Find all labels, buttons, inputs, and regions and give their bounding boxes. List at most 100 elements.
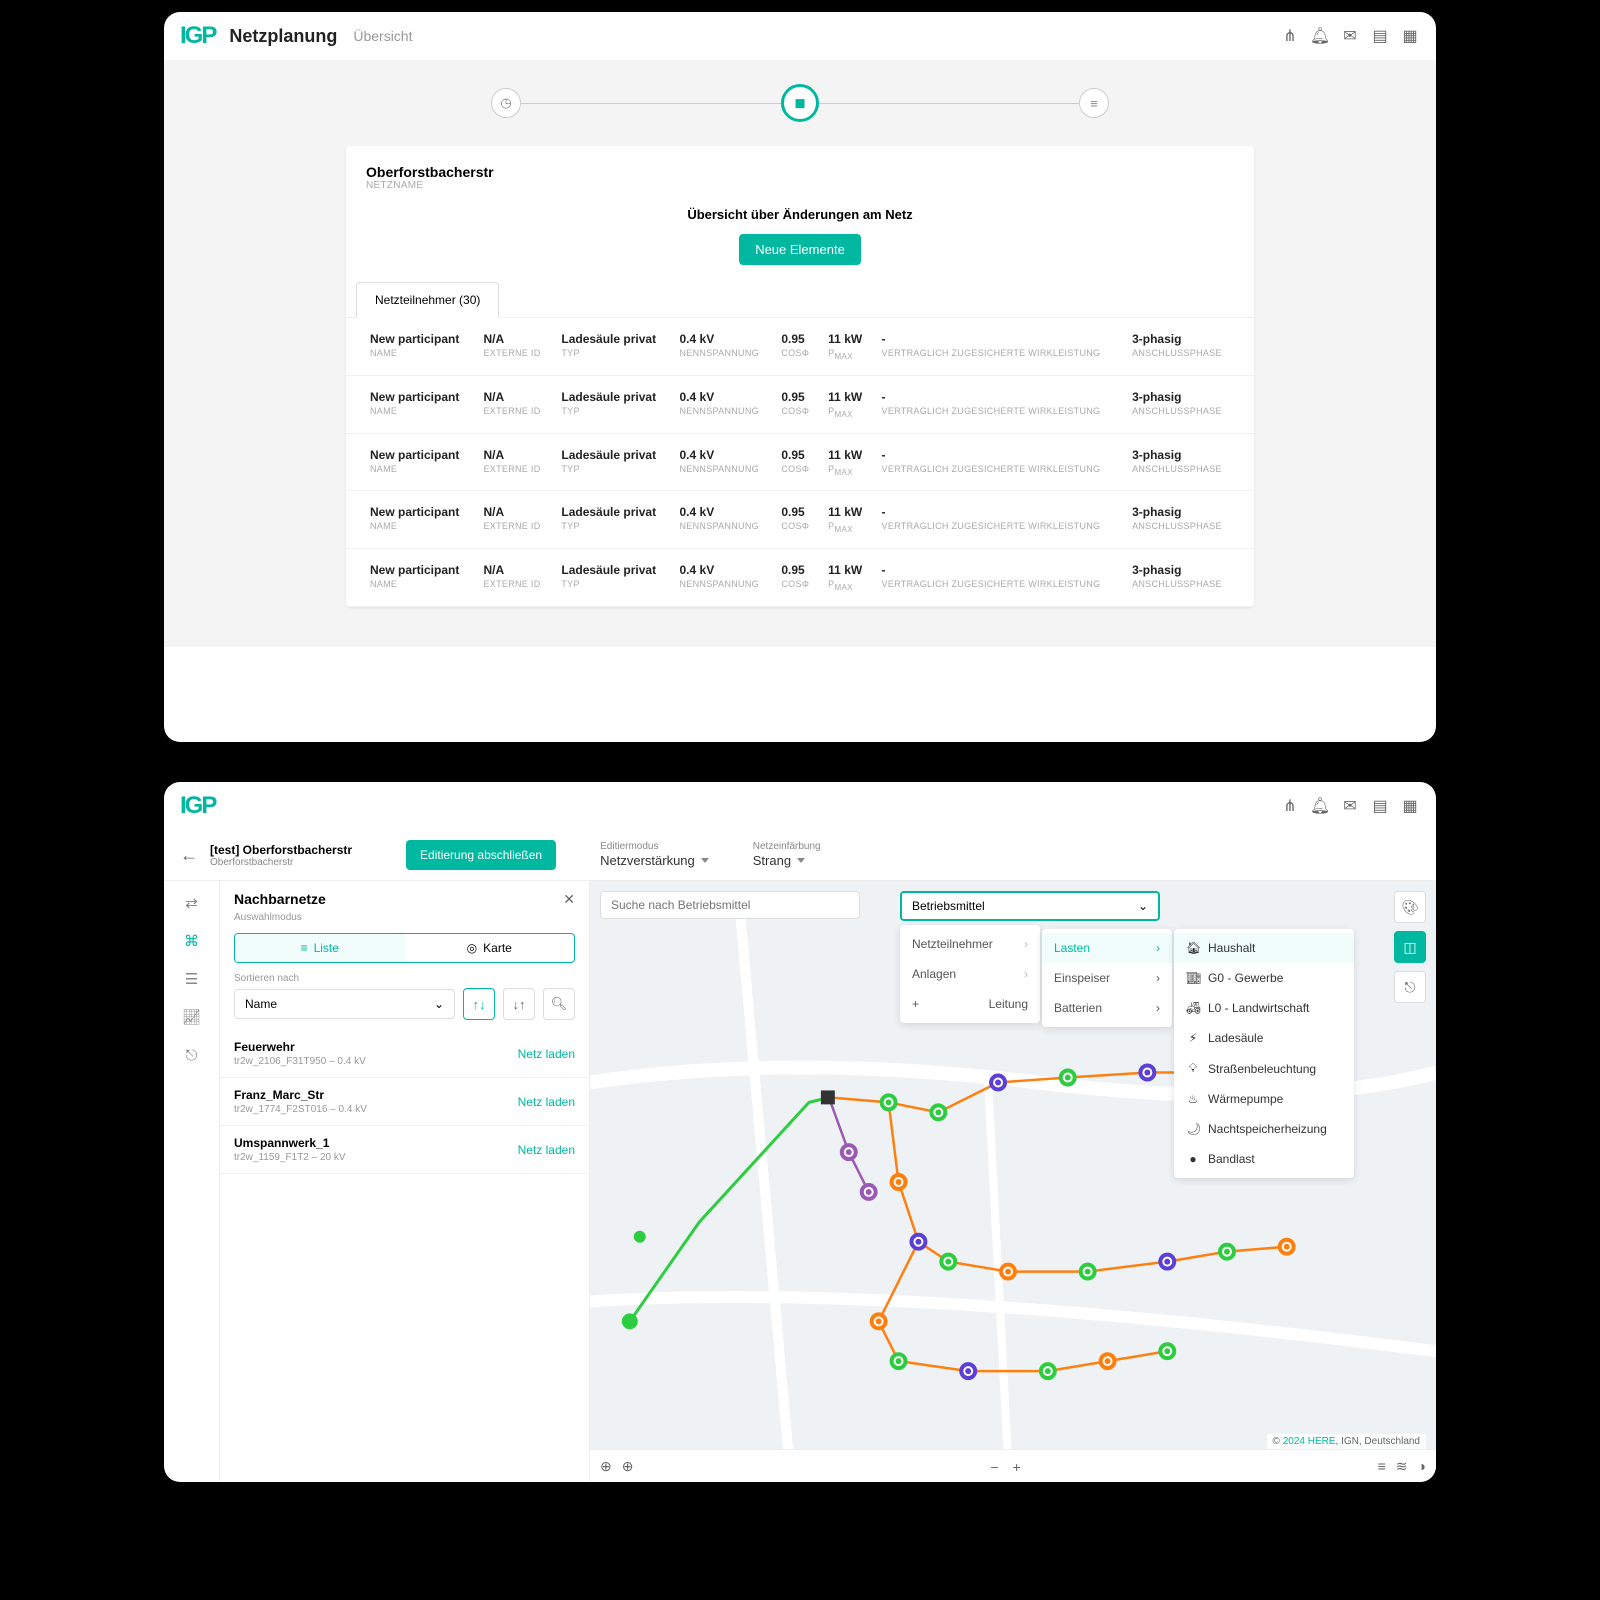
here-link[interactable]: 2024 HERE	[1283, 1436, 1336, 1447]
seg-list[interactable]: ≡Liste	[235, 934, 405, 962]
menu-item[interactable]: Anlagen›	[900, 959, 1040, 989]
menu-item[interactable]: 🌙︎Nachtspeicherheizung	[1174, 1114, 1354, 1144]
menu-level-3: 🏠︎Haushalt🏬︎G0 - Gewerbe🚜︎L0 - Landwirts…	[1174, 929, 1354, 1178]
context-subtitle: Oberforstbacherstr	[210, 857, 352, 868]
menu-item[interactable]: 🚜︎L0 - Landwirtschaft	[1174, 993, 1354, 1023]
table-row[interactable]: New participantNAMEN/AEXTERNE IDLadesäul…	[346, 433, 1254, 491]
context-toolbar: ← [test] Oberforstbacherstr Oberforstbac…	[164, 830, 1436, 881]
sort-label: Sortieren nach	[234, 973, 575, 984]
list-icon: ≡	[301, 941, 308, 955]
neighbor-list: Feuerwehrtr2w_2106_F31T950 – 0.4 kVNetz …	[220, 1030, 589, 1174]
sort-select[interactable]: Name⌄	[234, 989, 455, 1019]
map-footer: ⊕ ⊕ − + ≡ ≋ ◑	[590, 1449, 1436, 1482]
nav-swap-icon[interactable]: ⇄	[180, 891, 204, 915]
list-item: Feuerwehrtr2w_2106_F31T950 – 0.4 kVNetz …	[220, 1030, 589, 1078]
mail-icon[interactable]: ✉	[1340, 26, 1360, 46]
link-icon[interactable]: ⋔	[1280, 26, 1300, 46]
list-item: Umspannwerk_1tr2w_1159_F1T2 – 20 kVNetz …	[220, 1126, 589, 1174]
globe-icon[interactable]: ⊕	[600, 1458, 612, 1475]
breadcrumb[interactable]: Übersicht	[353, 28, 412, 44]
load-net-link[interactable]: Netz laden	[518, 1088, 575, 1115]
nav-settings-icon[interactable]: ☰	[180, 967, 204, 991]
layers-button[interactable]: ◫	[1394, 931, 1426, 963]
menu-level-2: Lasten›Einspeiser›Batterien›	[1042, 929, 1172, 1027]
map-attribution: © 2024 HERE, IGN, Deutschland	[1267, 1434, 1426, 1449]
menu-item[interactable]: 💡︎Straßenbeleuchtung	[1174, 1053, 1354, 1084]
doc-icon[interactable]: ▤	[1370, 796, 1390, 816]
table-row[interactable]: New participantNAMEN/AEXTERNE IDLadesäul…	[346, 549, 1254, 607]
list-toggle-icon[interactable]: ≡	[1378, 1458, 1386, 1475]
map-tool-buttons: 🎨︎ ◫ ⎋	[1394, 891, 1426, 1003]
menu-item[interactable]: ⚡︎Ladesäule	[1174, 1023, 1354, 1053]
close-panel-button[interactable]: ✕	[563, 891, 575, 908]
menu-item[interactable]: ●Bandlast	[1174, 1144, 1354, 1174]
menu-level-1: Netzteilnehmer›Anlagen›+ Leitung	[900, 925, 1040, 1023]
sort-desc-button[interactable]: ↓↑	[503, 988, 535, 1020]
sort-asc-button[interactable]: ↑↓	[463, 988, 495, 1020]
topbar: IGP ⋔ 🔔︎ ✉ ▤ ▦	[164, 782, 1436, 830]
segmented-control: ≡Liste ◎Karte	[234, 933, 575, 963]
changes-title: Übersicht über Änderungen am Netz	[346, 207, 1254, 222]
window-map-editor: IGP ⋔ 🔔︎ ✉ ▤ ▦ ← [test] Oberforstbachers…	[164, 782, 1436, 1482]
map-search-input[interactable]	[600, 891, 860, 919]
panel-title: Nachbarnetze	[234, 891, 326, 908]
hierarchy-button[interactable]: ⎋	[1394, 971, 1426, 1003]
table-row[interactable]: New participantNAMEN/AEXTERNE IDLadesäul…	[346, 318, 1254, 375]
menu-item[interactable]: Batterien›	[1042, 993, 1172, 1023]
tab-participants[interactable]: Netzteilnehmer (30)	[356, 282, 499, 318]
seg-map[interactable]: ◎Karte	[405, 934, 575, 962]
layers-icon[interactable]: ≋	[1396, 1458, 1408, 1475]
menu-item[interactable]: 🏠︎Haushalt	[1174, 933, 1354, 963]
table-row[interactable]: New participantNAMEN/AEXTERNE IDLadesäul…	[346, 491, 1254, 549]
zoom-in-button[interactable]: +	[1007, 1459, 1027, 1475]
finish-editing-button[interactable]: Editierung abschließen	[406, 840, 556, 870]
brand-logo: IGP	[180, 792, 215, 820]
table-row[interactable]: New participantNAMEN/AEXTERNE IDLadesäul…	[346, 375, 1254, 433]
step-2-active[interactable]: ◼	[781, 84, 819, 122]
edit-mode-label: Editiermodus	[600, 841, 709, 852]
menu-item[interactable]: Lasten›	[1042, 933, 1172, 963]
panel-hint: Auswahlmodus	[220, 912, 589, 923]
menu-item[interactable]: 🏬︎G0 - Gewerbe	[1174, 963, 1354, 993]
topbar: IGP Netzplanung Übersicht ⋔ 🔔︎ ✉ ▤ ▦	[164, 12, 1436, 60]
card: Oberforstbacherstr NETZNAME Übersicht üb…	[346, 146, 1254, 607]
grid-icon[interactable]: ▦	[1400, 796, 1420, 816]
map-canvas[interactable]: Betriebsmittel⌄ Netzteilnehmer›Anlagen›+…	[590, 881, 1436, 1482]
participants-table: New participantNAMEN/AEXTERNE IDLadesäul…	[346, 318, 1254, 607]
menu-item[interactable]: Einspeiser›	[1042, 963, 1172, 993]
zoom-out-button[interactable]: −	[984, 1459, 1004, 1475]
nav-chart-icon[interactable]: 📈︎	[180, 1005, 204, 1029]
step-1[interactable]: ◷	[491, 88, 521, 118]
menu-item[interactable]: + Leitung	[900, 989, 1040, 1019]
search-button[interactable]: 🔍︎	[543, 988, 575, 1020]
load-net-link[interactable]: Netz laden	[518, 1040, 575, 1067]
target-icon[interactable]: ⊕	[622, 1458, 634, 1475]
mail-icon[interactable]: ✉	[1340, 796, 1360, 816]
back-button[interactable]: ←	[180, 845, 198, 866]
settings-icon[interactable]: ◑	[1418, 1458, 1426, 1475]
app-title: Netzplanung	[229, 26, 337, 47]
nav-tree-icon[interactable]: ⎋	[180, 1043, 204, 1067]
context-title: [test] Oberforstbacherstr	[210, 843, 352, 857]
topbar-icons: ⋔ 🔔︎ ✉ ▤ ▦	[1280, 796, 1420, 816]
link-icon[interactable]: ⋔	[1280, 796, 1300, 816]
new-elements-button[interactable]: Neue Elemente	[739, 234, 861, 265]
load-net-link[interactable]: Netz laden	[518, 1136, 575, 1163]
sidebar-nav: ⇄ ⌘ ☰ 📈︎ ⎋	[164, 881, 220, 1482]
main-area: ◷ ◼ ≡ Oberforstbacherstr NETZNAME Übersi…	[164, 60, 1436, 647]
equipment-dropdown[interactable]: Betriebsmittel⌄	[900, 891, 1160, 921]
menu-item[interactable]: ♨︎Wärmepumpe	[1174, 1084, 1354, 1114]
edit-mode-select[interactable]: Netzverstärkung	[600, 853, 709, 868]
topbar-icons: ⋔ 🔔︎ ✉ ▤ ▦	[1280, 26, 1420, 46]
palette-button[interactable]: 🎨︎	[1394, 891, 1426, 923]
bell-icon[interactable]: 🔔︎	[1310, 26, 1330, 46]
doc-icon[interactable]: ▤	[1370, 26, 1390, 46]
bell-icon[interactable]: 🔔︎	[1310, 796, 1330, 816]
step-3[interactable]: ≡	[1079, 88, 1109, 118]
net-color-label: Netzeinfärbung	[753, 841, 821, 852]
net-color-select[interactable]: Strang	[753, 853, 805, 868]
stepper: ◷ ◼ ≡	[164, 60, 1436, 146]
nav-network-icon[interactable]: ⌘	[180, 929, 204, 953]
menu-item[interactable]: Netzteilnehmer›	[900, 929, 1040, 959]
grid-icon[interactable]: ▦	[1400, 26, 1420, 46]
